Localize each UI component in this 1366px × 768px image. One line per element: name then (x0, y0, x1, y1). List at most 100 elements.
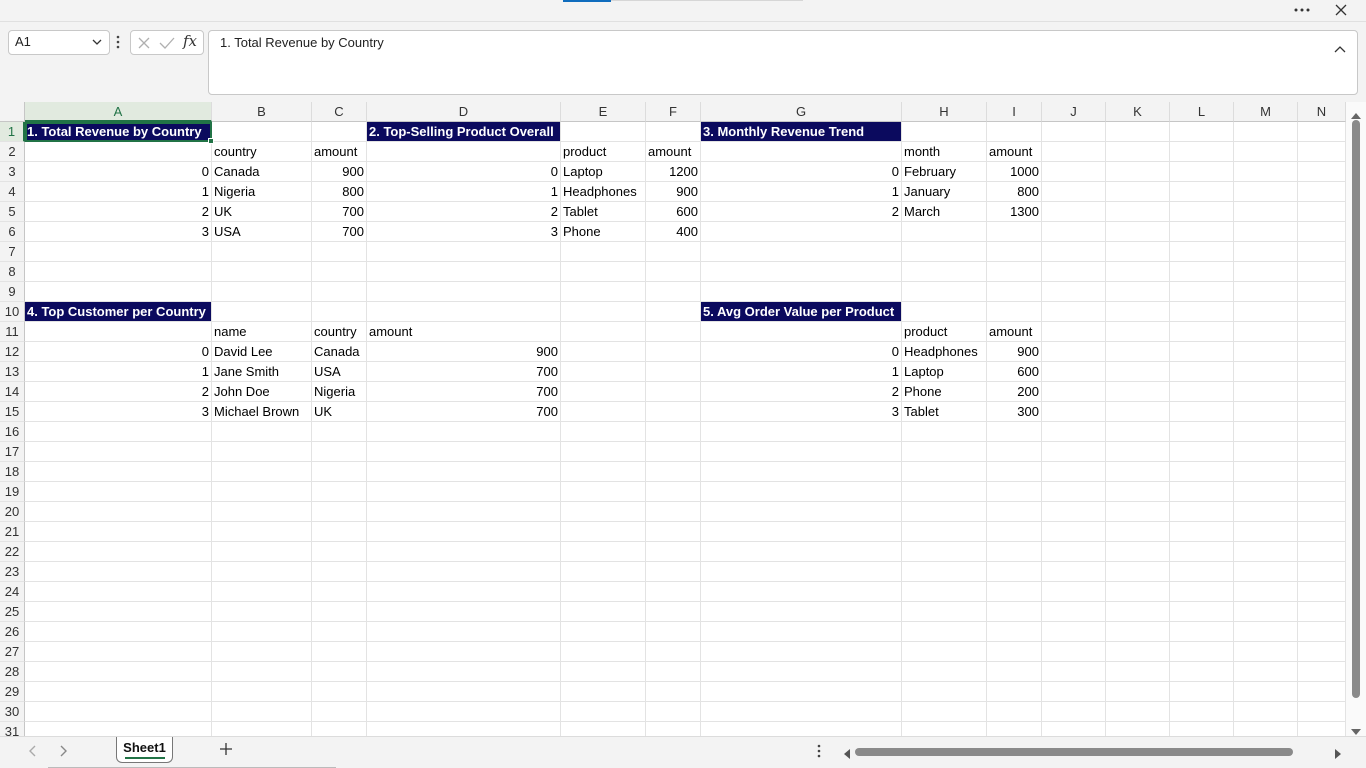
grid-cell[interactable] (1106, 542, 1170, 562)
row-header-29[interactable]: 29 (0, 682, 25, 702)
grid-cell[interactable] (987, 262, 1042, 282)
data-cell[interactable]: 800 (312, 182, 367, 202)
grid-cell[interactable] (701, 682, 902, 702)
data-cell[interactable]: 2 (701, 202, 902, 222)
grid-cell[interactable] (987, 462, 1042, 482)
grid-cell[interactable] (1170, 122, 1234, 142)
data-cell[interactable]: country (312, 322, 367, 342)
grid-cell[interactable] (1042, 642, 1106, 662)
grid-cell[interactable] (1106, 262, 1170, 282)
row-header-22[interactable]: 22 (0, 542, 25, 562)
grid-cell[interactable] (1042, 622, 1106, 642)
grid-cell[interactable] (212, 702, 312, 722)
grid-cell[interactable] (1042, 702, 1106, 722)
grid-cell[interactable] (1106, 702, 1170, 722)
data-cell[interactable]: 2 (25, 202, 212, 222)
data-cell[interactable]: Michael Brown (212, 402, 312, 422)
grid-cell[interactable] (1042, 302, 1106, 322)
grid-cell[interactable] (701, 462, 902, 482)
grid-cell[interactable] (902, 282, 987, 302)
column-header-e[interactable]: E (561, 102, 646, 122)
grid-cell[interactable] (1042, 342, 1106, 362)
grid-cell[interactable] (1234, 202, 1298, 222)
column-header-b[interactable]: B (212, 102, 312, 122)
data-cell[interactable]: 1 (25, 182, 212, 202)
grid-cell[interactable] (1106, 582, 1170, 602)
grid-cell[interactable] (1298, 362, 1346, 382)
grid-cell[interactable] (25, 442, 212, 462)
grid-cell[interactable] (1042, 122, 1106, 142)
grid-cell[interactable] (312, 482, 367, 502)
column-header-a[interactable]: A (25, 102, 212, 122)
grid-cell[interactable] (25, 542, 212, 562)
grid-cell[interactable] (25, 262, 212, 282)
grid-cell[interactable] (701, 502, 902, 522)
grid-cell[interactable] (1170, 362, 1234, 382)
grid-cell[interactable] (312, 282, 367, 302)
data-cell[interactable]: 800 (987, 182, 1042, 202)
grid-cell[interactable] (1298, 622, 1346, 642)
grid-cell[interactable] (646, 602, 701, 622)
column-header-g[interactable]: G (701, 102, 902, 122)
grid-cell[interactable] (987, 442, 1042, 462)
grid-cell[interactable] (25, 282, 212, 302)
grid-cell[interactable] (1042, 142, 1106, 162)
grid-cell[interactable] (1106, 122, 1170, 142)
row-header-12[interactable]: 12 (0, 342, 25, 362)
grid-cell[interactable] (646, 582, 701, 602)
grid-cell[interactable] (902, 502, 987, 522)
row-header-11[interactable]: 11 (0, 322, 25, 342)
grid-cell[interactable] (561, 362, 646, 382)
grid-cell[interactable] (1106, 462, 1170, 482)
grid-cell[interactable] (367, 562, 561, 582)
grid-cell[interactable] (25, 602, 212, 622)
grid-cell[interactable] (1042, 602, 1106, 622)
grid-cell[interactable] (646, 722, 701, 736)
data-cell[interactable]: amount (367, 322, 561, 342)
grid-cell[interactable] (902, 482, 987, 502)
grid-cell[interactable] (561, 302, 646, 322)
grid-cell[interactable] (212, 682, 312, 702)
grid-cell[interactable] (25, 502, 212, 522)
grid-cell[interactable] (367, 262, 561, 282)
row-header-8[interactable]: 8 (0, 262, 25, 282)
scroll-left-icon[interactable] (842, 745, 852, 759)
grid-cell[interactable] (1170, 422, 1234, 442)
grid-cell[interactable] (701, 522, 902, 542)
row-header-23[interactable]: 23 (0, 562, 25, 582)
more-options-icon[interactable] (1288, 0, 1316, 20)
grid-cell[interactable] (367, 422, 561, 442)
grid-cell[interactable] (1042, 662, 1106, 682)
grid-cell[interactable] (902, 442, 987, 462)
section-title-cell[interactable]: 3. Monthly Revenue Trend (701, 122, 902, 142)
row-header-24[interactable]: 24 (0, 582, 25, 602)
grid-cell[interactable] (987, 282, 1042, 302)
grid-cell[interactable] (1234, 722, 1298, 736)
grid-cell[interactable] (1170, 262, 1234, 282)
column-header-c[interactable]: C (312, 102, 367, 122)
grid-cell[interactable] (987, 542, 1042, 562)
grid-cell[interactable] (1170, 702, 1234, 722)
grid-cell[interactable] (312, 702, 367, 722)
grid-cell[interactable] (1042, 162, 1106, 182)
column-header-d[interactable]: D (367, 102, 561, 122)
grid-cell[interactable] (367, 602, 561, 622)
grid-cell[interactable] (1298, 642, 1346, 662)
grid-cell[interactable] (646, 242, 701, 262)
function-fx-icon[interactable]: fx (183, 32, 197, 50)
data-cell[interactable]: 600 (987, 362, 1042, 382)
grid-cell[interactable] (1234, 662, 1298, 682)
grid-cell[interactable] (902, 222, 987, 242)
grid-cell[interactable] (1106, 322, 1170, 342)
grid-cell[interactable] (1170, 462, 1234, 482)
data-cell[interactable]: amount (987, 322, 1042, 342)
row-header-3[interactable]: 3 (0, 162, 25, 182)
column-header-f[interactable]: F (646, 102, 701, 122)
data-cell[interactable]: UK (312, 402, 367, 422)
data-cell[interactable]: Laptop (561, 162, 646, 182)
data-cell[interactable]: name (212, 322, 312, 342)
row-header-27[interactable]: 27 (0, 642, 25, 662)
vertical-scroll-thumb[interactable] (1352, 120, 1360, 698)
grid-cell[interactable] (1234, 282, 1298, 302)
row-header-10[interactable]: 10 (0, 302, 25, 322)
